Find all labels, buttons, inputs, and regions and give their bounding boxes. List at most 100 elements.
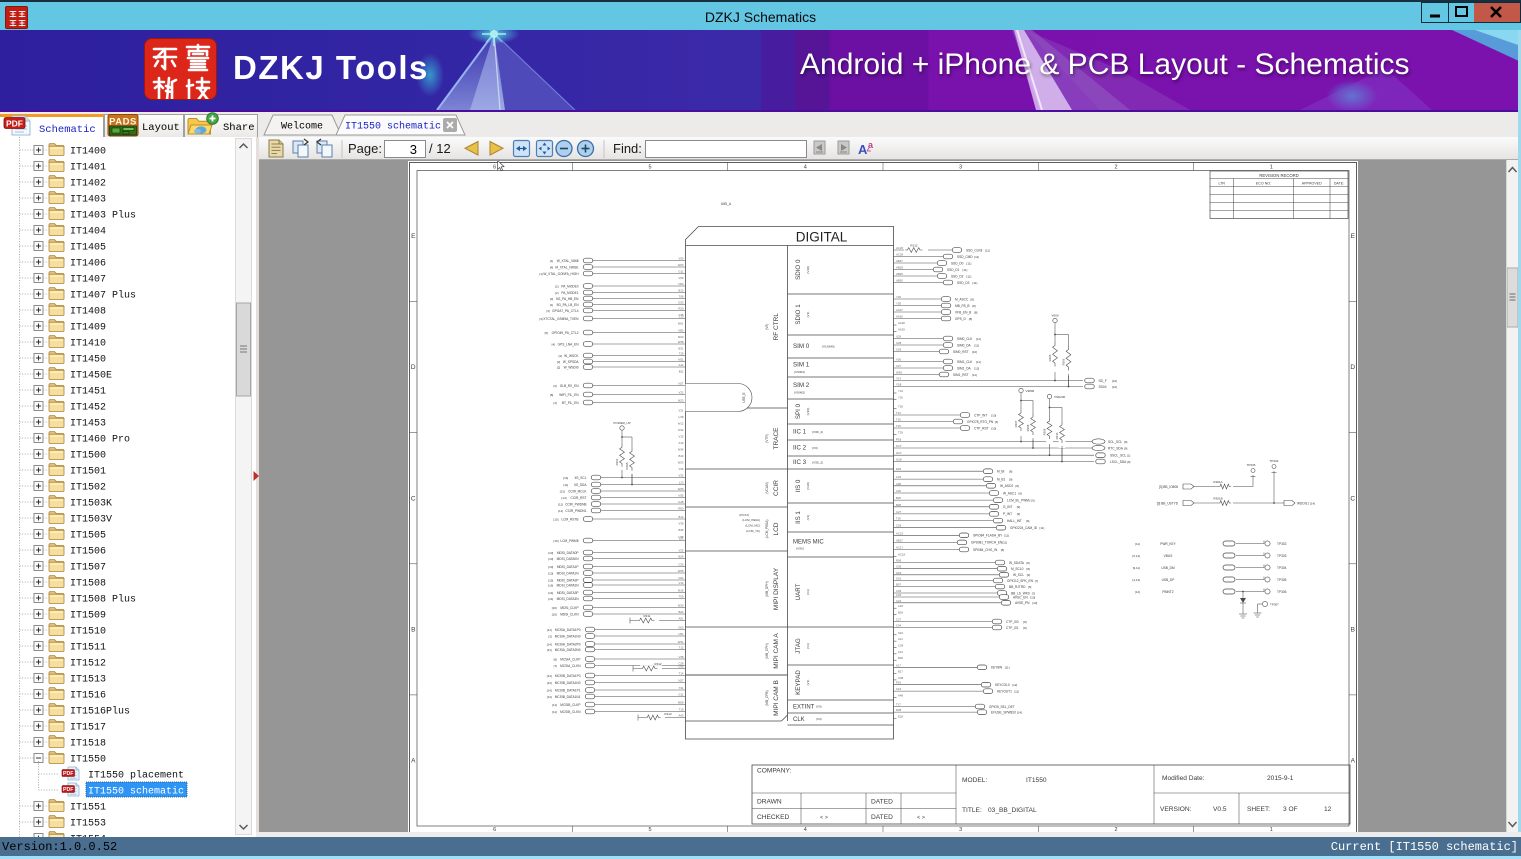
svg-text:HALL_INT: HALL_INT — [1007, 519, 1022, 523]
svg-text:R30A: R30A — [625, 462, 629, 469]
svg-text:V32: V32 — [679, 474, 684, 478]
svg-text:IIC 3: IIC 3 — [793, 459, 807, 466]
svg-text:IT1513: IT1513 — [70, 675, 106, 686]
svg-text:SIM0_CLK: SIM0_CLK — [957, 337, 973, 341]
svg-text:T08: T08 — [679, 295, 684, 299]
svg-text:IT1453: IT1453 — [70, 419, 106, 430]
svg-text:IT1400: IT1400 — [70, 147, 106, 158]
svg-text:(VCAM): (VCAM) — [765, 482, 769, 493]
svg-text:VERSION:: VERSION: — [1160, 806, 1192, 813]
svg-text:[11]: [11] — [1004, 534, 1009, 538]
svg-text:MDSI_CLKN: MDSI_CLKN — [560, 612, 579, 616]
svg-text:(V3): (V3) — [816, 705, 822, 709]
svg-text:M30: M30 — [678, 604, 684, 608]
svg-text:[10]: [10] — [552, 612, 557, 616]
svg-text:(MB_CPB): (MB_CPB) — [765, 690, 769, 705]
svg-text:U17: U17 — [896, 451, 902, 455]
svg-text:12: 12 — [1324, 806, 1332, 813]
svg-text:R308: R308 — [1026, 424, 1030, 431]
svg-text:V12: V12 — [679, 581, 684, 585]
svg-text:IT1516Plus: IT1516Plus — [70, 706, 130, 718]
svg-text:APPROVED: APPROVED — [1302, 182, 1322, 186]
svg-text:R301: R301 — [615, 458, 619, 465]
svg-text:A13: A13 — [898, 650, 903, 654]
svg-text:A26: A26 — [896, 489, 901, 493]
svg-text:G11: G11 — [678, 270, 684, 274]
svg-text:IT1509: IT1509 — [70, 611, 106, 622]
svg-text:MCSIA_DATA2P0: MCSIA_DATA2P0 — [555, 642, 581, 646]
svg-text:[3]: [3] — [548, 634, 552, 638]
svg-text:T19: T19 — [679, 708, 684, 712]
svg-text:MDSI_DATA3P: MDSI_DATA3P — [557, 591, 579, 595]
svg-text:[13]: [13] — [560, 489, 565, 493]
svg-text:SD_F: SD_F — [1099, 379, 1107, 383]
svg-text:IIS_SCL: IIS_SCL — [575, 476, 587, 480]
svg-text:MCSIB_CLKP: MCSIB_CLKP — [560, 703, 580, 707]
svg-text:M20: M20 — [678, 335, 684, 339]
svg-text:C28: C28 — [896, 524, 902, 528]
svg-text:C27: C27 — [896, 618, 902, 622]
svg-text:SSD_D1: SSD_D1 — [947, 268, 960, 272]
svg-text:SDIO 0: SDIO 0 — [795, 259, 802, 280]
svg-text:W_SDATA: W_SDATA — [1009, 561, 1025, 565]
svg-text:M_BI: M_BI — [997, 470, 1005, 474]
svg-text:R26: R26 — [896, 467, 902, 471]
svg-text:MCSIB_DATA1P1: MCSIB_DATA1P1 — [555, 688, 581, 692]
svg-text:MDSI_DATA3N: MDSI_DATA3N — [557, 597, 580, 601]
svg-text:GPS_LNA_EN: GPS_LNA_EN — [558, 342, 580, 346]
svg-text:U28: U28 — [896, 341, 902, 345]
svg-text:[14]: [14] — [1017, 710, 1022, 714]
svg-text:[4,13]: [4,13] — [1132, 578, 1140, 582]
svg-text:C16: C16 — [896, 687, 902, 691]
svg-text:[11]: [11] — [967, 261, 972, 265]
svg-text:[8]: [8] — [971, 297, 975, 301]
svg-text:EFUSE_SPW810: EFUSE_SPW810 — [991, 710, 1016, 714]
svg-text:CTP_I01: CTP_I01 — [1006, 626, 1019, 630]
svg-text:IT1550: IT1550 — [1026, 777, 1047, 784]
svg-text:[1]: [1] — [1127, 454, 1131, 458]
svg-text:A28: A28 — [896, 482, 901, 486]
svg-text:W23: W23 — [678, 461, 684, 465]
svg-text:[8]: [8] — [1001, 548, 1005, 552]
svg-text:[16]: [16] — [552, 606, 557, 610]
svg-text:A01: A01 — [679, 617, 684, 621]
svg-text:W_SPSDA: W_SPSDA — [563, 360, 579, 364]
svg-text:[8]: [8] — [1023, 626, 1027, 630]
svg-text:(V1SIM0): (V1SIM0) — [822, 345, 835, 349]
svg-text:U18: U18 — [678, 415, 684, 419]
svg-text:KEYPAD: KEYPAD — [795, 670, 802, 695]
svg-text:[16]: [16] — [553, 539, 558, 543]
svg-text:Y17: Y17 — [896, 377, 902, 381]
svg-text:LCM_BL_PWM: LCM_BL_PWM — [1007, 498, 1029, 502]
svg-text:(PG72): (PG72) — [739, 513, 749, 517]
svg-text:[10]: [10] — [991, 413, 996, 417]
svg-text:[10]: [10] — [548, 565, 553, 569]
svg-text:C25: C25 — [896, 593, 902, 597]
svg-text:[11]: [11] — [976, 360, 981, 364]
svg-text:[8]: [8] — [1023, 620, 1027, 624]
svg-text:COMPANY:: COMPANY: — [757, 768, 791, 775]
svg-text:SIM1_RST: SIM1_RST — [953, 373, 969, 377]
svg-text:W_SCL: W_SCL — [1013, 573, 1024, 577]
svg-text:A14: A14 — [679, 363, 684, 367]
svg-text:B19: B19 — [679, 454, 684, 458]
svg-text:R309: R309 — [1043, 428, 1047, 435]
svg-text:V00: V00 — [679, 257, 684, 261]
svg-text:03_BB_DIGITAL: 03_BB_DIGITAL — [988, 807, 1037, 814]
svg-text:IT1409: IT1409 — [70, 323, 106, 334]
svg-text:[3]: [3] — [995, 420, 999, 424]
svg-text:T26: T26 — [896, 517, 901, 521]
svg-text:R212: R212 — [910, 244, 918, 248]
svg-text:GPIO5_SEL_DET: GPIO5_SEL_DET — [989, 705, 1015, 709]
svg-text:A18: A18 — [898, 604, 903, 608]
svg-text:IT1460 Pro: IT1460 Pro — [70, 435, 130, 446]
svg-text:M34: M34 — [678, 448, 684, 452]
svg-text:[1]: [1] — [550, 303, 554, 307]
svg-text:[11]: [11] — [563, 483, 568, 487]
svg-text:[10]: [10] — [1112, 379, 1117, 383]
svg-text:V0.5: V0.5 — [1213, 806, 1227, 813]
svg-text:C08: C08 — [898, 676, 904, 680]
svg-text:V27: V27 — [896, 364, 901, 368]
svg-text:[14]: [14] — [1310, 501, 1315, 505]
svg-text:R311: R311 — [644, 614, 651, 618]
